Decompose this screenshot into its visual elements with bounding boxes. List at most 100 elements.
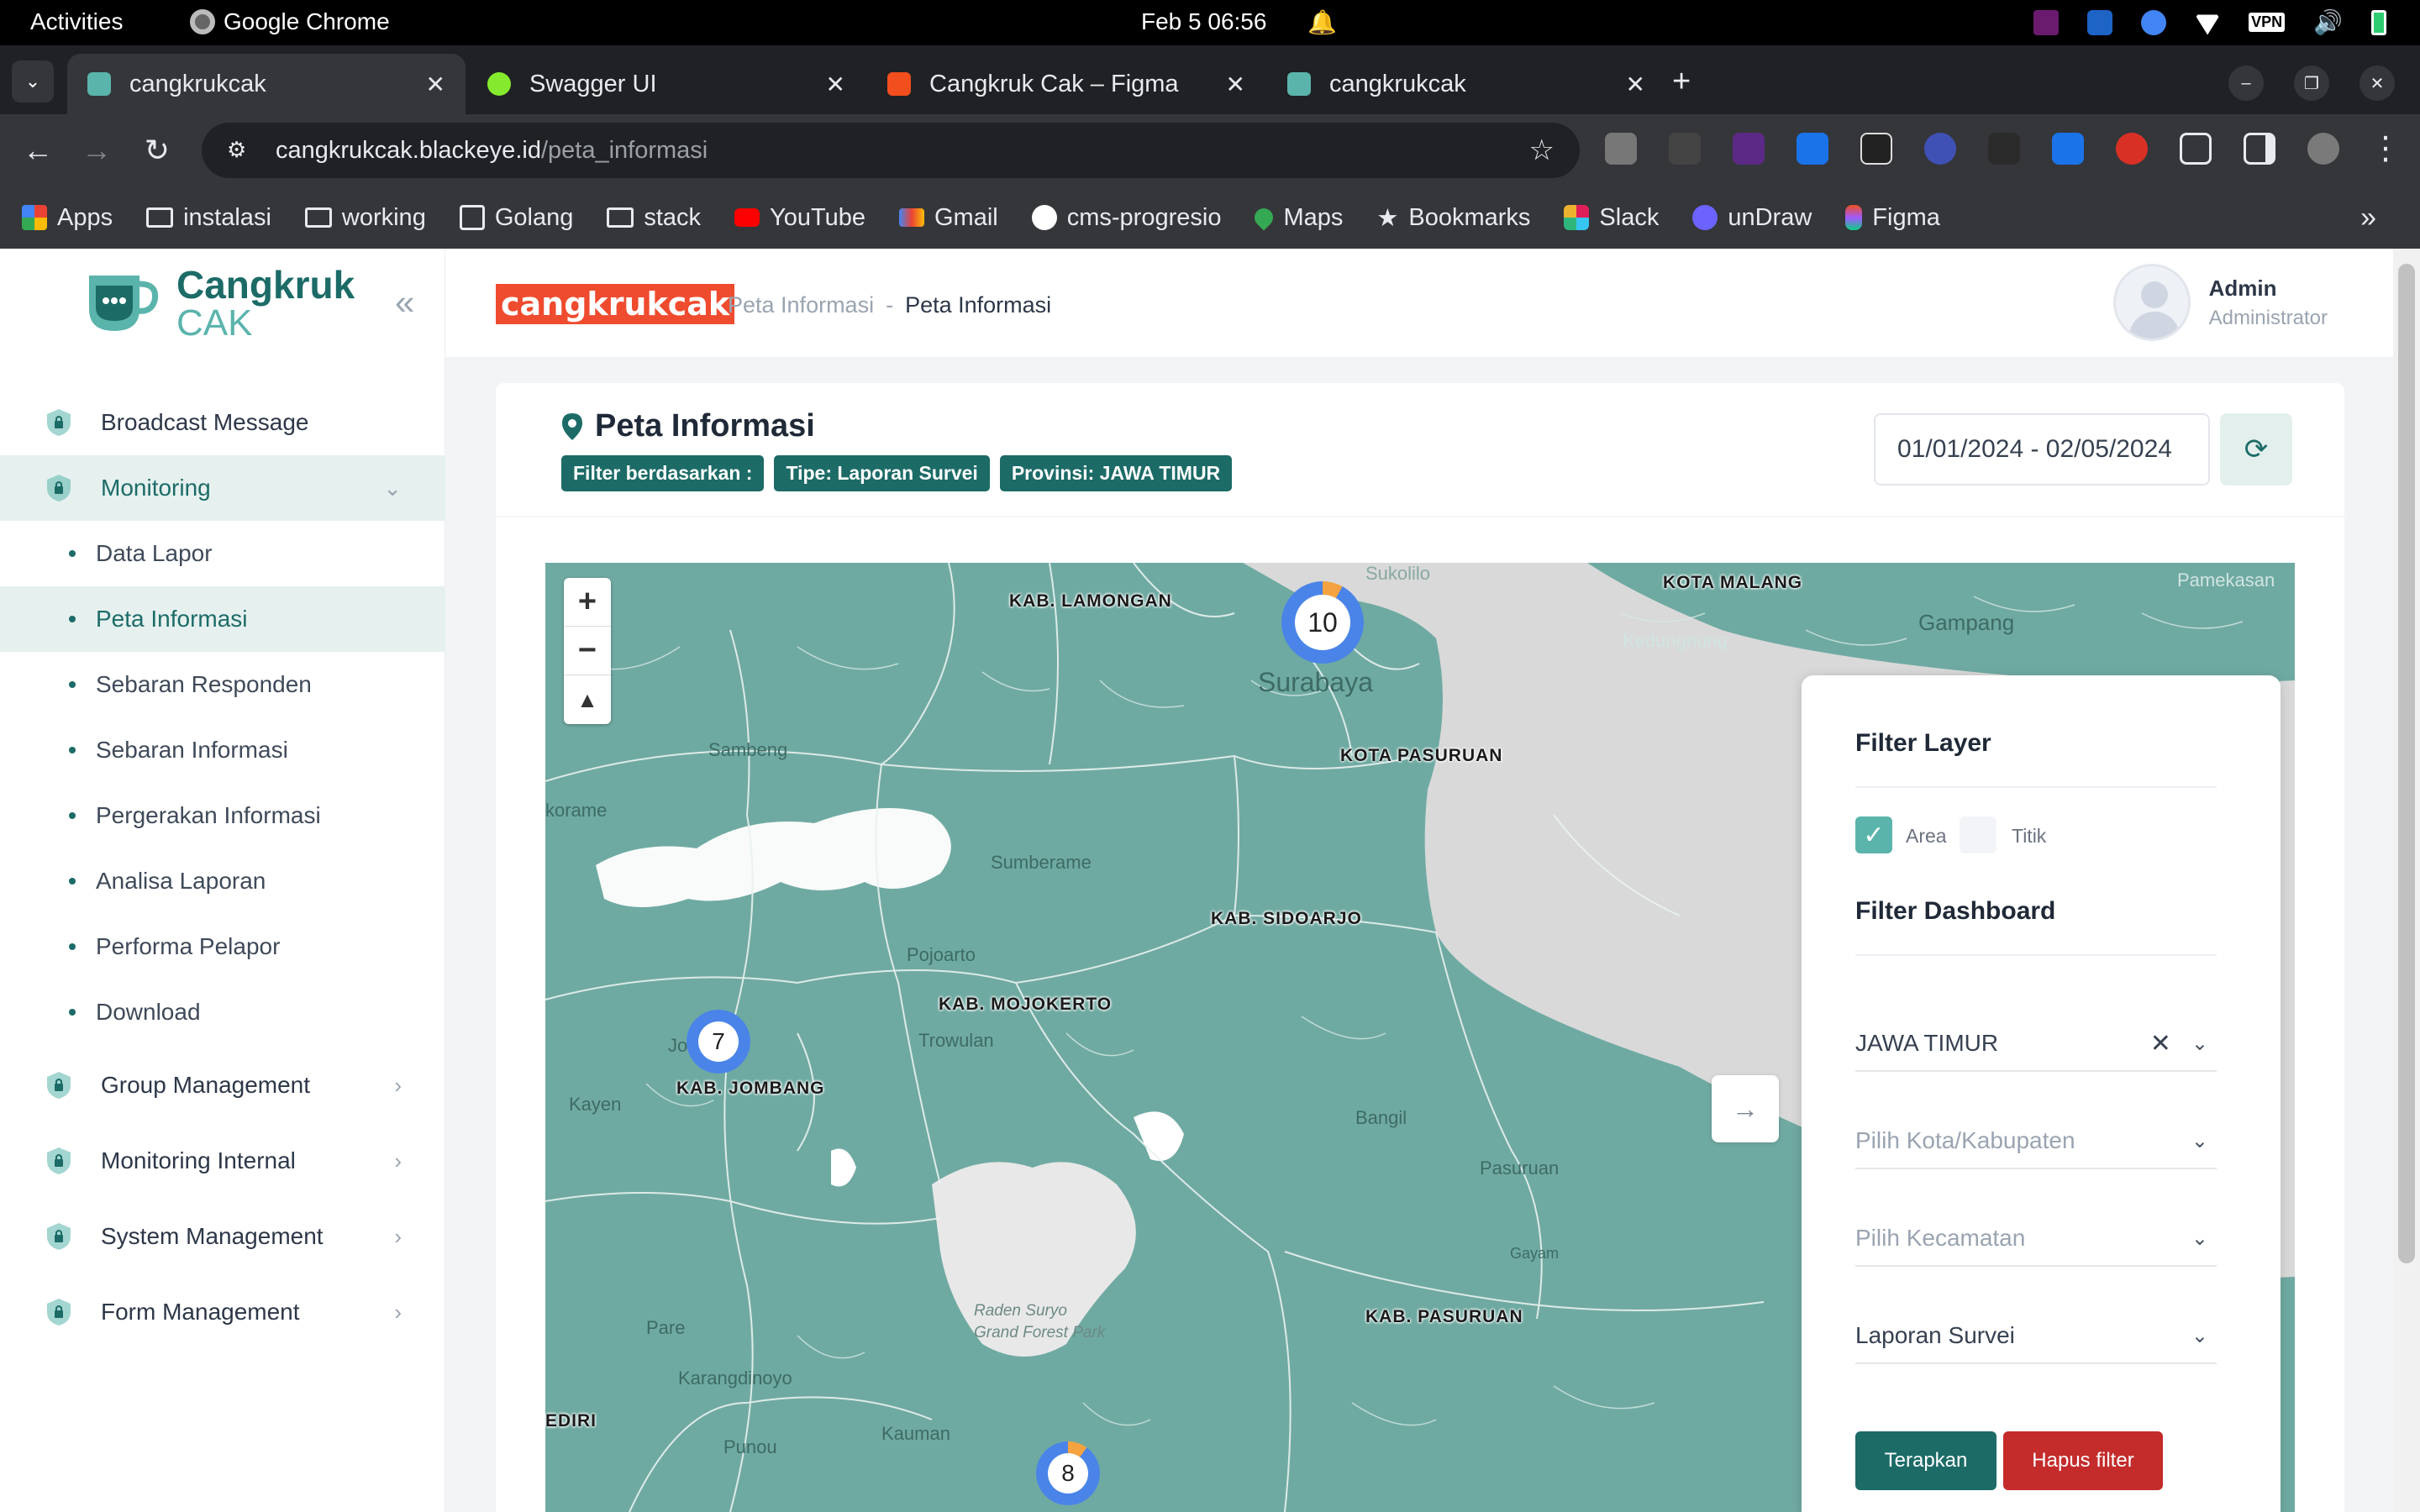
sidebar-item-group-management[interactable]: Group Management ›	[0, 1050, 445, 1121]
sidebar: Cangkruk CAK « Broadcast Message Monitor…	[0, 249, 445, 1512]
extension-fi-icon[interactable]	[1797, 133, 1828, 165]
sidebar-item-form-management[interactable]: Form Management ›	[0, 1277, 445, 1347]
site-settings-icon[interactable]: ⚙	[227, 137, 254, 164]
clear-filter-button[interactable]: Hapus filter	[2003, 1431, 2163, 1490]
vpn-icon[interactable]: VPN	[2249, 13, 2286, 32]
activities-button[interactable]: Activities	[30, 8, 123, 35]
back-button[interactable]: ←	[17, 129, 59, 171]
refresh-button[interactable]: ⟳	[2220, 413, 2292, 486]
sidebar-item-monitoring-internal[interactable]: Monitoring Internal ›	[0, 1126, 445, 1196]
extension-new-icon[interactable]	[1988, 133, 2020, 165]
address-bar[interactable]: ⚙ cangkrukcak.blackeye.id/peta_informasi…	[202, 123, 1580, 178]
chrome-notification-icon[interactable]	[2141, 9, 2167, 35]
close-window-button[interactable]: ✕	[2360, 66, 2395, 101]
sidebar-subitem-pergerakan-informasi[interactable]: Pergerakan Informasi	[0, 783, 445, 848]
battery-icon[interactable]	[2371, 9, 2386, 35]
chrome-menu-icon[interactable]: ⋮	[2370, 129, 2402, 167]
tab-close-icon[interactable]: ✕	[426, 71, 445, 98]
bookmark-golang[interactable]: Golang	[459, 204, 573, 232]
tray-app-icon[interactable]	[2033, 9, 2060, 35]
extension-block-icon[interactable]	[2116, 133, 2148, 165]
tab-close-icon[interactable]: ✕	[826, 71, 845, 98]
kota-kabupaten-select[interactable]: Pilih Kota/Kabupaten ⌄	[1855, 1114, 2217, 1169]
date-range-input[interactable]: 01/01/2024 - 02/05/2024	[1874, 413, 2210, 486]
app-menu[interactable]: Google Chrome	[190, 8, 390, 35]
system-tray[interactable]: VPN 🔊	[2033, 8, 2386, 36]
app-logo[interactable]: Cangkruk CAK	[81, 265, 355, 343]
tab-cangkrukcak-2[interactable]: cangkrukcak ✕	[1267, 54, 1665, 114]
bookmark-cms-progresio[interactable]: cms-progresio	[1031, 204, 1221, 232]
bookmark-working[interactable]: working	[304, 204, 426, 232]
map-cluster-surabaya[interactable]: 10	[1281, 581, 1364, 664]
tab-swagger-ui[interactable]: Swagger UI ✕	[467, 54, 865, 114]
side-panel-icon[interactable]	[2244, 133, 2275, 165]
brand-tag[interactable]: cangkrukcak	[496, 284, 735, 324]
extension-json-icon[interactable]	[1669, 133, 1701, 165]
map-canvas[interactable]: KAB. LAMONGAN KOTA MALANG KOTA PASURUAN …	[545, 563, 2295, 1512]
breadcrumb-parent[interactable]: Peta Informasi	[728, 292, 874, 318]
page-scrollbar[interactable]	[2393, 249, 2420, 1512]
extension-screenshot-icon[interactable]	[1605, 133, 1637, 165]
clock[interactable]: Feb 5 06:56	[1141, 8, 1266, 35]
bookmark-instalasi[interactable]: instalasi	[146, 204, 271, 232]
zoom-in-button[interactable]: +	[564, 578, 611, 627]
tab-close-icon[interactable]: ✕	[1226, 71, 1245, 98]
apply-filter-button[interactable]: Terapkan	[1855, 1431, 1996, 1490]
scrollbar-thumb[interactable]	[2398, 264, 2415, 1263]
more-bookmarks-icon[interactable]: »	[2360, 202, 2376, 234]
sidebar-subitem-download[interactable]: Download	[0, 979, 445, 1045]
profile-avatar[interactable]	[2307, 133, 2339, 165]
sidebar-subitem-sebaran-responden[interactable]: Sebaran Responden	[0, 652, 445, 717]
bookmark-bookmarks[interactable]: ★ Bookmarks	[1376, 203, 1530, 233]
sidebar-subitem-data-lapor[interactable]: Data Lapor	[0, 521, 445, 586]
new-tab-button[interactable]: +	[1672, 64, 1691, 100]
bookmark-stack[interactable]: stack	[607, 204, 701, 232]
tab-cangkrukcak-1[interactable]: cangkrukcak ✕	[67, 54, 466, 114]
reload-button[interactable]: ↻	[136, 129, 178, 171]
area-checkbox[interactable]: ✓	[1855, 816, 1892, 853]
kecamatan-select[interactable]: Pilih Kecamatan ⌄	[1855, 1211, 2217, 1267]
extensions-puzzle-icon[interactable]	[2180, 133, 2212, 165]
toggle-filter-panel-button[interactable]: →	[1712, 1075, 1779, 1142]
notification-bell-icon[interactable]: 🔔	[1307, 8, 1337, 36]
bookmark-youtube[interactable]: YouTube	[734, 204, 865, 232]
bookmark-apps[interactable]: Apps	[22, 204, 113, 232]
tab-figma[interactable]: Cangkruk Cak – Figma ✕	[867, 54, 1265, 114]
map-cluster-jombang[interactable]: 7	[687, 1010, 750, 1074]
shield-lock-icon	[47, 1223, 71, 1250]
bookmark-slack[interactable]: Slack	[1564, 204, 1659, 232]
sidebar-subitem-performa-pelapor[interactable]: Performa Pelapor	[0, 914, 445, 979]
clear-province-icon[interactable]: ✕	[2150, 1029, 2171, 1058]
sidebar-subitem-sebaran-informasi[interactable]: Sebaran Informasi	[0, 717, 445, 783]
volume-icon[interactable]: 🔊	[2313, 8, 2343, 36]
tab-search-button[interactable]: ⌄	[12, 60, 54, 102]
bookmark-star-icon[interactable]: ☆	[1529, 134, 1555, 167]
shield-tray-icon[interactable]	[2087, 9, 2113, 35]
bookmark-figma[interactable]: Figma	[1845, 204, 1940, 232]
sidebar-item-system-management[interactable]: System Management ›	[0, 1201, 445, 1272]
titik-checkbox[interactable]	[1960, 816, 1996, 853]
extension-feather-icon[interactable]	[1860, 133, 1892, 165]
extension-clipboard-icon[interactable]	[2052, 133, 2084, 165]
maximize-button[interactable]: ❐	[2294, 66, 2329, 101]
sidebar-subitem-peta-informasi[interactable]: Peta Informasi	[0, 586, 445, 652]
minimize-button[interactable]: –	[2228, 66, 2264, 101]
extension-gear-icon[interactable]	[1924, 133, 1956, 165]
zoom-out-button[interactable]: −	[564, 627, 611, 675]
user-menu[interactable]: Admin Administrator	[2112, 264, 2328, 341]
wifi-icon[interactable]	[2195, 14, 2221, 35]
tab-close-icon[interactable]: ✕	[1626, 71, 1645, 98]
bookmark-maps[interactable]: Maps	[1250, 204, 1343, 232]
map-cluster-south[interactable]: 8	[1036, 1441, 1100, 1505]
forward-button[interactable]: →	[76, 129, 118, 171]
bookmark-undraw[interactable]: unDraw	[1692, 204, 1812, 232]
sidebar-item-monitoring[interactable]: Monitoring ⌄	[0, 455, 445, 521]
sidebar-subitem-analisa-laporan[interactable]: Analisa Laporan	[0, 848, 445, 914]
report-type-select[interactable]: Laporan Survei ⌄	[1855, 1309, 2217, 1364]
extension-badge-icon[interactable]	[1733, 133, 1765, 165]
collapse-sidebar-icon[interactable]: «	[395, 282, 414, 323]
province-select[interactable]: JAWA TIMUR ✕ ⌄	[1855, 1016, 2217, 1072]
bookmark-gmail[interactable]: Gmail	[899, 204, 998, 232]
sidebar-item-broadcast-message[interactable]: Broadcast Message	[0, 390, 445, 455]
reset-north-button[interactable]: ▲	[564, 675, 611, 724]
